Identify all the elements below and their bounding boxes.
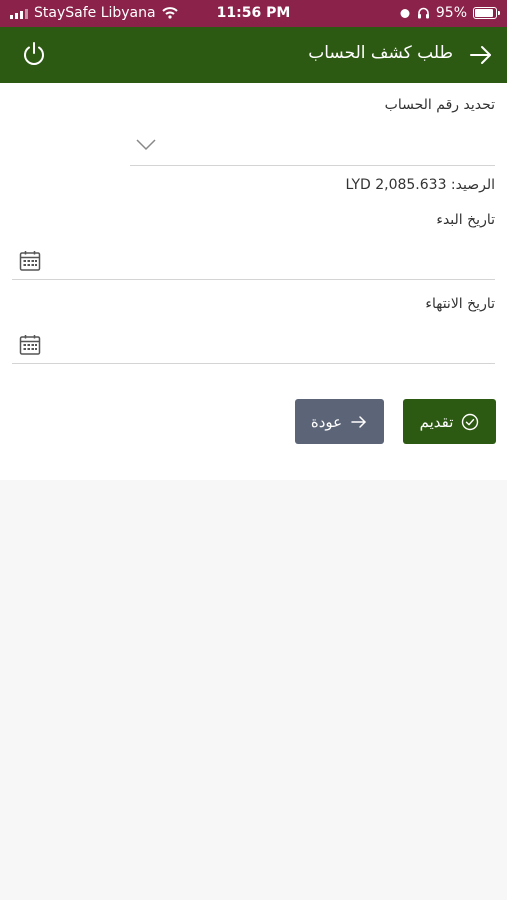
calendar-icon[interactable] <box>19 334 41 356</box>
end-date-label: تاريخ الانتهاء <box>425 296 495 312</box>
account-select-underline <box>130 165 495 166</box>
back-label: عودة <box>310 413 343 431</box>
arrow-right-icon <box>351 415 366 428</box>
arrow-right-icon[interactable] <box>467 41 495 69</box>
statement-form: تحديد رقم الحساب الرصيد: LYD 2,085.633 ت… <box>0 83 507 480</box>
battery-icon <box>473 7 500 19</box>
page-title: طلب كشف الحساب <box>308 43 453 63</box>
end-date-field[interactable] <box>12 326 495 364</box>
check-circle-icon <box>462 413 479 430</box>
headphones-icon <box>417 7 429 19</box>
submit-label: تقديم <box>419 413 454 431</box>
balance-text: الرصيد: LYD 2,085.633 <box>345 177 496 193</box>
start-date-label: تاريخ البدء <box>436 212 495 228</box>
account-label: تحديد رقم الحساب <box>384 97 495 113</box>
power-icon[interactable] <box>20 40 48 68</box>
battery-percent: 95% <box>435 5 467 21</box>
calendar-icon[interactable] <box>19 250 41 272</box>
status-bar-right: 95% <box>399 5 500 21</box>
back-button[interactable]: عودة <box>295 399 384 444</box>
alarm-icon <box>400 9 410 18</box>
start-date-field[interactable] <box>12 242 495 280</box>
app-header: طلب كشف الحساب <box>0 27 507 83</box>
chevron-down-icon[interactable] <box>135 138 157 152</box>
status-bar: StaySafe Libyana 11:56 PM 95% <box>0 0 507 27</box>
account-select[interactable] <box>130 123 495 165</box>
submit-button[interactable]: تقديم <box>403 399 496 444</box>
